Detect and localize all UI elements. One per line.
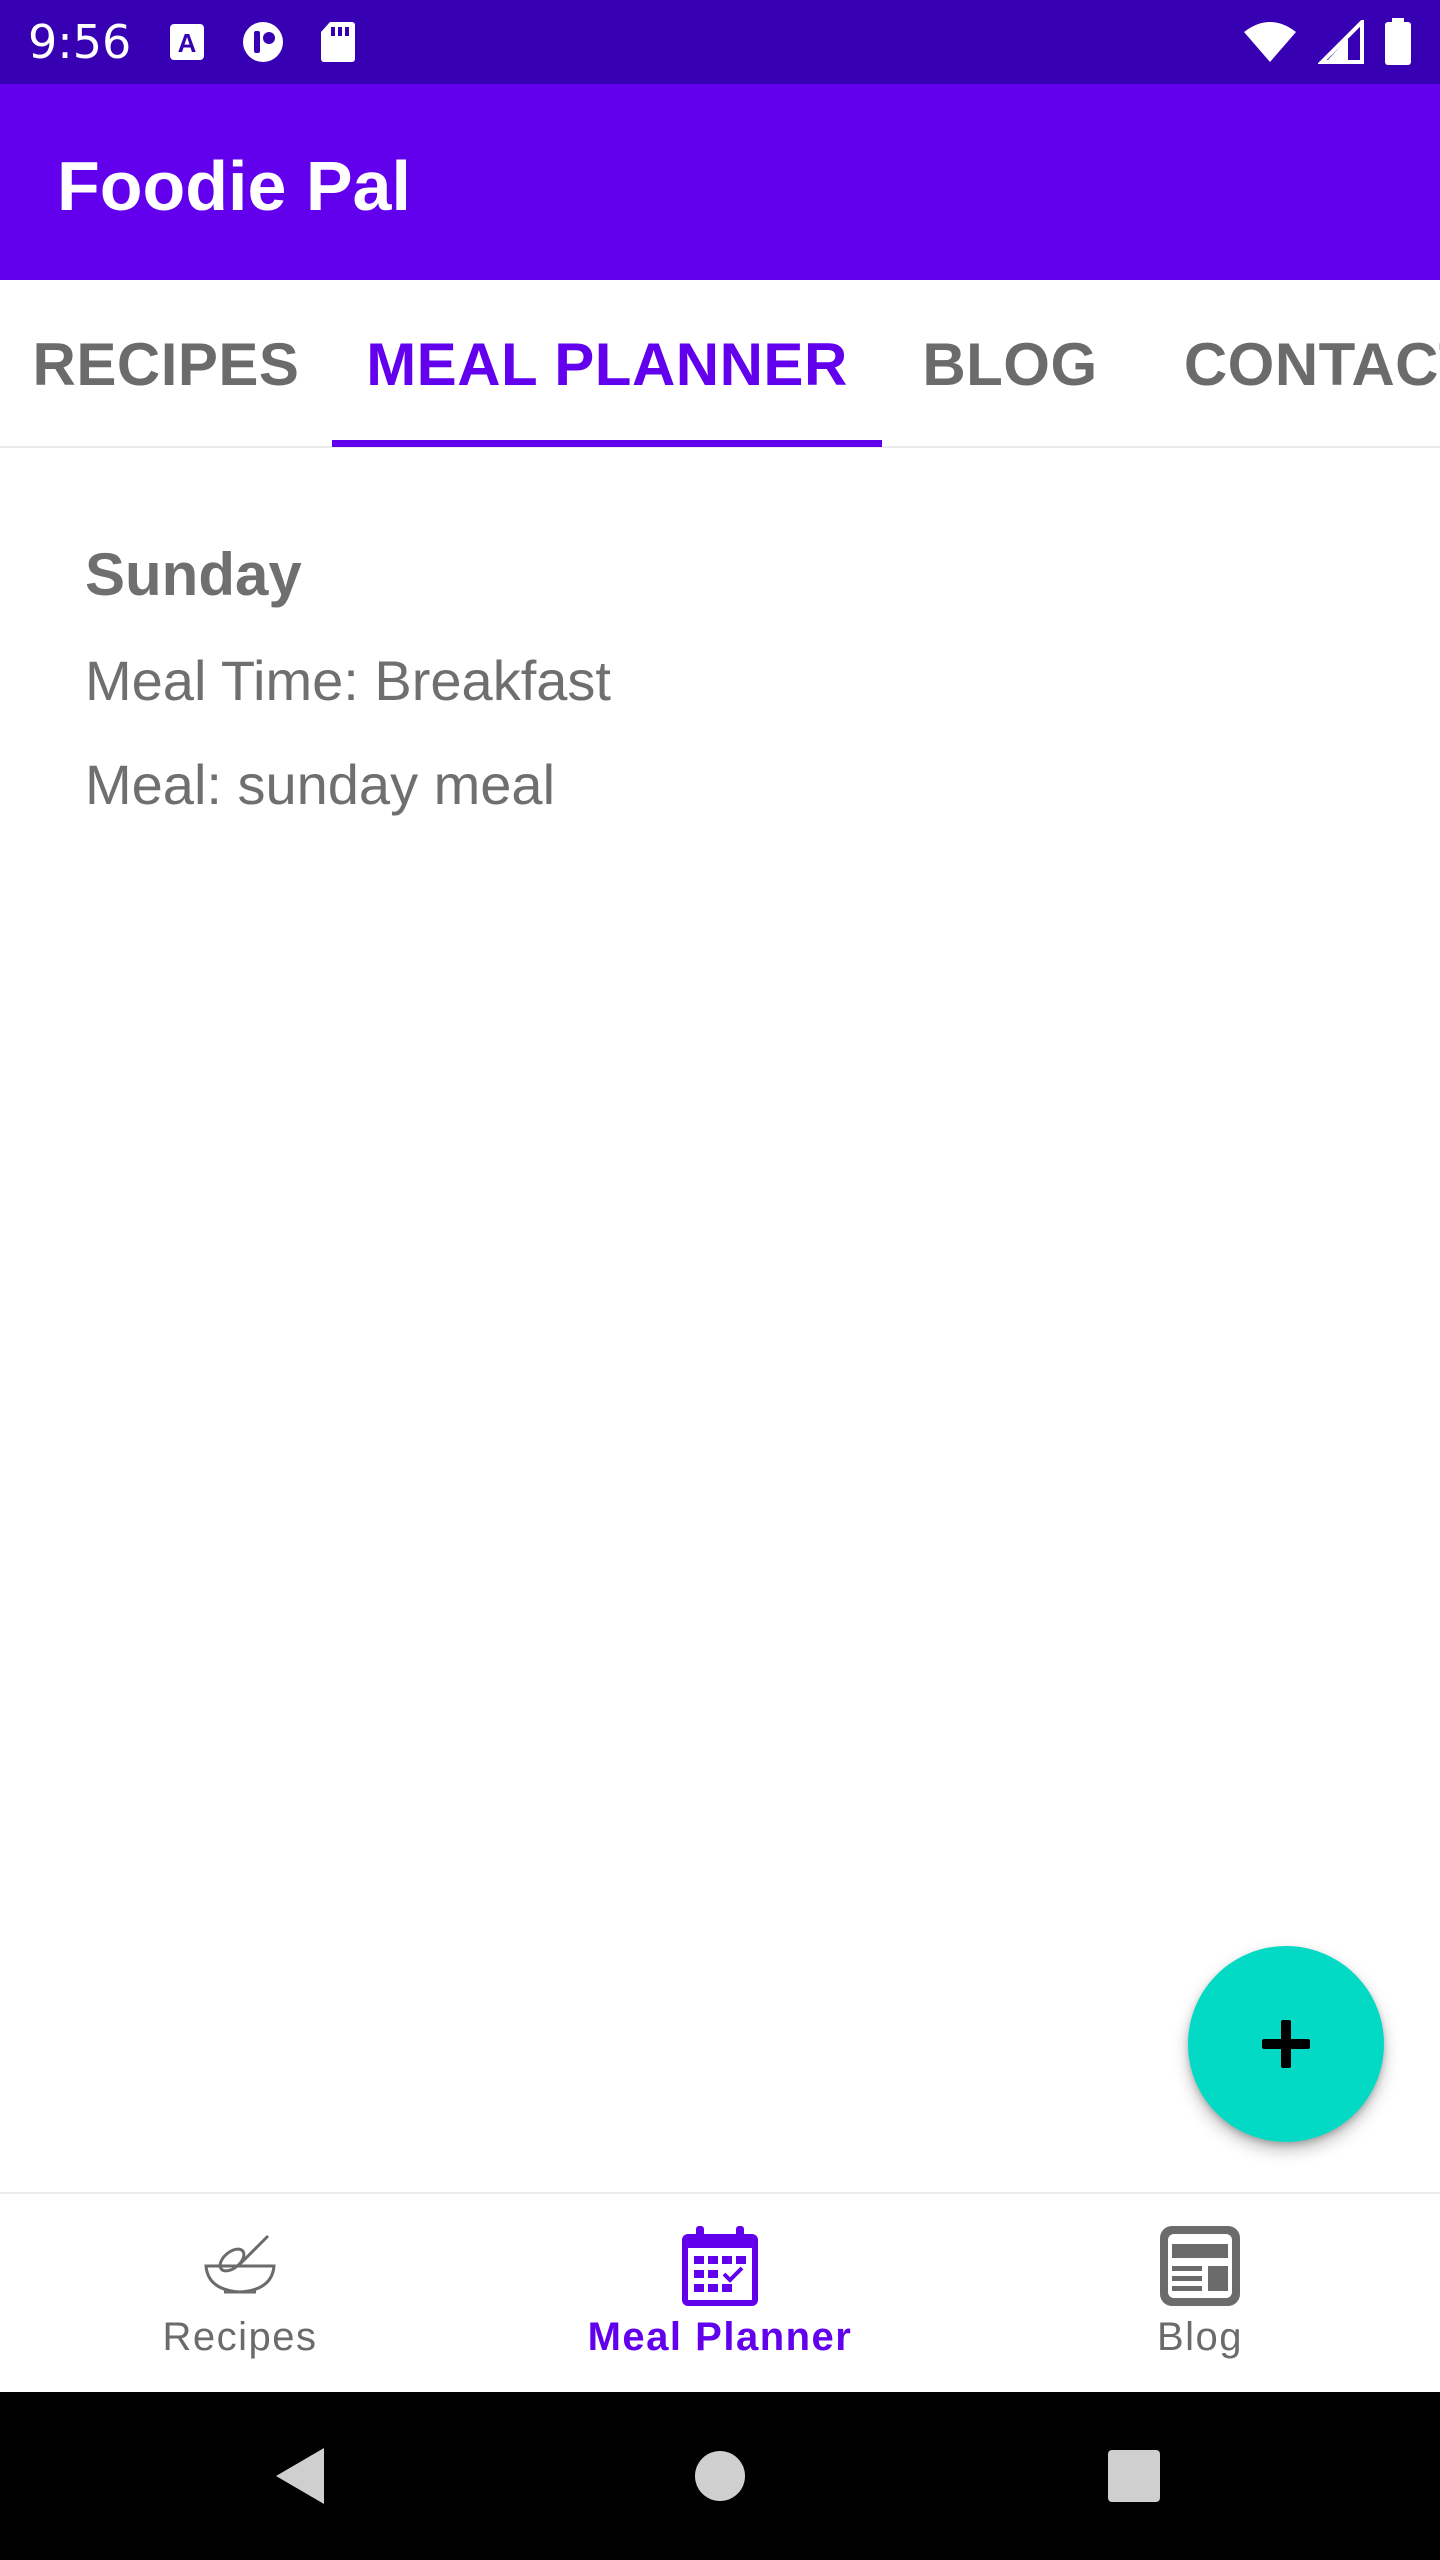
battery-icon bbox=[1385, 18, 1411, 65]
app-bar: Foodie Pal bbox=[0, 84, 1440, 280]
status-left-icons: A bbox=[168, 20, 358, 64]
meal-name: Meal: sunday meal bbox=[85, 753, 556, 816]
a-accessibility-icon: A bbox=[170, 24, 204, 60]
meal-planner-content: Sunday Meal Time: Breakfast Meal: sunday… bbox=[0, 448, 1440, 2192]
bottom-nav-blog[interactable]: Blog bbox=[960, 2194, 1440, 2394]
tab-recipes[interactable]: RECIPES bbox=[10, 280, 322, 448]
bottom-nav-recipes[interactable]: Recipes bbox=[0, 2194, 480, 2394]
tab-contact[interactable]: CONTACT bbox=[1140, 280, 1440, 448]
app-title: Foodie Pal bbox=[57, 147, 411, 225]
pocket-icon bbox=[243, 22, 283, 62]
back-icon[interactable] bbox=[272, 2446, 328, 2506]
bottom-navigation: Recipes Meal Planner Blog bbox=[0, 2192, 1440, 2392]
status-time: 9:56 bbox=[28, 15, 132, 69]
wifi-icon bbox=[1244, 22, 1296, 62]
add-meal-button[interactable] bbox=[1188, 1946, 1384, 2142]
bottom-nav-label: Recipes bbox=[162, 2315, 318, 2359]
whisk-bowl-icon bbox=[204, 2234, 276, 2294]
blog-icon bbox=[1160, 2226, 1240, 2306]
svg-text:A: A bbox=[178, 28, 197, 58]
bottom-nav-meal-planner[interactable]: Meal Planner bbox=[480, 2194, 960, 2394]
recents-icon[interactable] bbox=[1108, 2450, 1160, 2502]
meal-day: Sunday bbox=[85, 541, 302, 608]
bottom-nav-label: Meal Planner bbox=[587, 2315, 853, 2359]
tab-meal-planner[interactable]: MEAL PLANNER bbox=[332, 280, 882, 448]
calendar-icon bbox=[682, 2226, 758, 2306]
home-icon[interactable] bbox=[694, 2450, 746, 2502]
cell-signal-icon bbox=[1318, 20, 1364, 64]
sd-card-icon bbox=[321, 22, 355, 62]
tab-blog[interactable]: BLOG bbox=[890, 280, 1130, 448]
tab-indicator bbox=[332, 440, 882, 447]
bottom-nav-label: Blog bbox=[1156, 2315, 1244, 2359]
meal-entry[interactable]: Sunday Meal Time: Breakfast Meal: sunday… bbox=[85, 538, 611, 820]
status-bar: 9:56 A bbox=[0, 0, 1440, 84]
status-right-icons bbox=[1242, 18, 1412, 66]
meal-time: Meal Time: Breakfast bbox=[85, 649, 611, 712]
tab-bar: RECIPES MEAL PLANNER BLOG CONTACT bbox=[0, 280, 1440, 448]
plus-icon bbox=[1262, 2020, 1310, 2068]
system-navigation-bar bbox=[0, 2392, 1440, 2560]
